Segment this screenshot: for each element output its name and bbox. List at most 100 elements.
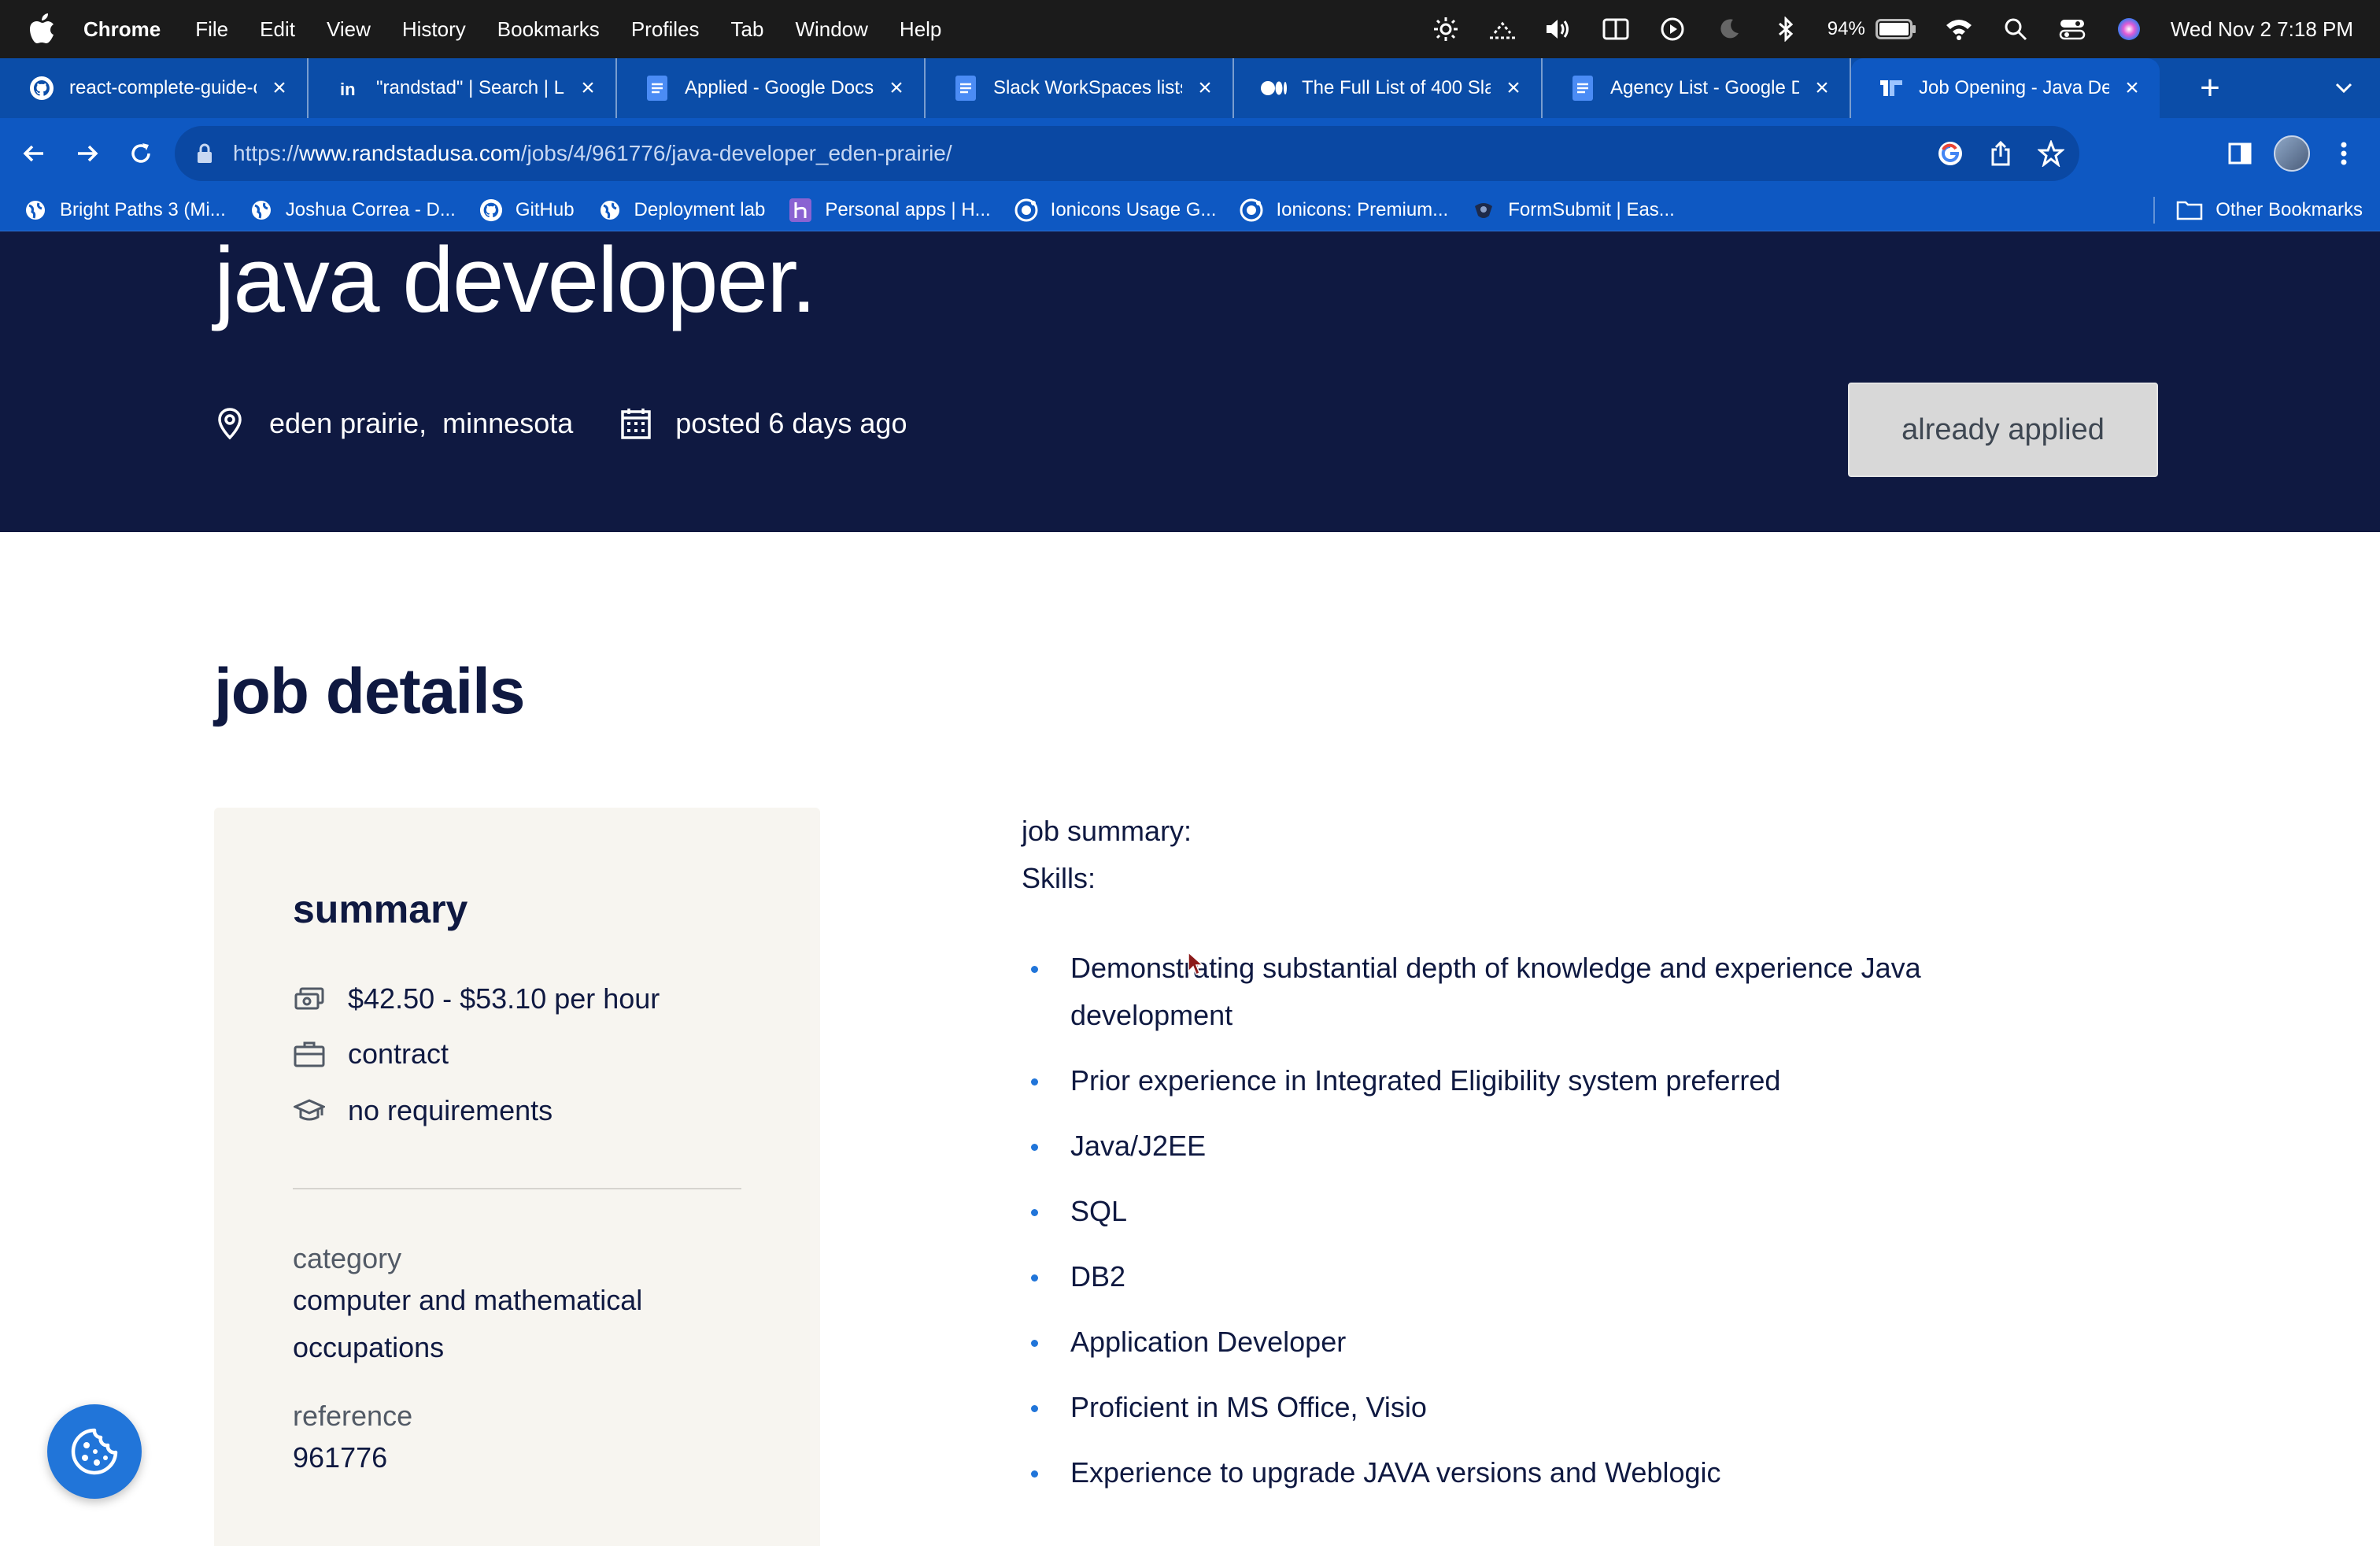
- page-title: java developer.: [214, 228, 817, 332]
- url-text[interactable]: https://www.randstadusa.com/jobs/4/96177…: [233, 141, 952, 166]
- cookie-settings-button[interactable]: [47, 1404, 142, 1499]
- menu-window[interactable]: Window: [795, 17, 867, 42]
- bookmark-item[interactable]: FormSubmit | Eas...: [1472, 198, 1675, 222]
- browser-toolbar: https://www.randstadusa.com/jobs/4/96177…: [0, 118, 2380, 189]
- macos-menu-bar: Chrome File Edit View History Bookmarks …: [0, 0, 2380, 58]
- formsubmit-icon: [1472, 198, 1495, 222]
- bookmark-item[interactable]: Ionicons: Premium...: [1240, 198, 1448, 222]
- back-arrow-icon[interactable]: [14, 134, 54, 173]
- money-icon: [293, 983, 326, 1015]
- apple-icon[interactable]: [28, 13, 60, 45]
- menubar-clock[interactable]: Wed Nov 2 7:18 PM: [2171, 17, 2353, 42]
- tab-linkedin-search[interactable]: in "randstad" | Search | Li ×: [309, 58, 617, 118]
- menu-file[interactable]: File: [195, 17, 228, 42]
- side-panel-icon[interactable]: [2221, 135, 2259, 172]
- play-icon[interactable]: [1658, 14, 1687, 44]
- tab-job-opening[interactable]: Job Opening - Java Dev ×: [1851, 58, 2160, 118]
- close-icon[interactable]: ×: [576, 75, 600, 101]
- menu-bookmarks[interactable]: Bookmarks: [497, 17, 600, 42]
- already-applied-button[interactable]: already applied: [1848, 383, 2158, 477]
- menu-history[interactable]: History: [402, 17, 466, 42]
- url-path: /jobs/4/961776/java-developer_eden-prair…: [520, 141, 952, 165]
- ionicons-icon: [1240, 198, 1263, 222]
- forward-arrow-icon[interactable]: [68, 134, 107, 173]
- summary-card: summary $42.50 - $53.10 per hour contrac…: [214, 808, 820, 1546]
- volume-icon[interactable]: [1544, 14, 1574, 44]
- skills-label: Skills:: [1022, 862, 1096, 894]
- list-item: Java/J2EE: [1022, 1123, 2045, 1170]
- kebab-menu-icon[interactable]: [2325, 135, 2363, 172]
- list-item: Application Developer: [1022, 1319, 2045, 1366]
- bookmark-item[interactable]: Joshua Correa - D...: [249, 198, 456, 222]
- tab-slack-list[interactable]: The Full List of 400 Sla ×: [1234, 58, 1543, 118]
- menu-help[interactable]: Help: [900, 17, 941, 42]
- close-icon[interactable]: ×: [268, 75, 291, 101]
- close-icon[interactable]: ×: [885, 75, 908, 101]
- education-row: no requirements: [293, 1094, 552, 1127]
- bookmark-label: Bright Paths 3 (Mi...: [60, 198, 226, 220]
- brightness-icon[interactable]: [1431, 14, 1461, 44]
- tab-title: Job Opening - Java Dev: [1919, 77, 2109, 98]
- tab-slack-workspaces[interactable]: Slack WorkSpaces lists ×: [926, 58, 1234, 118]
- linkedin-icon: in: [335, 75, 362, 102]
- bookmark-label: GitHub: [515, 198, 575, 220]
- screen-icon[interactable]: [1488, 14, 1517, 44]
- bookmark-item[interactable]: Ionicons Usage G...: [1014, 198, 1216, 222]
- job-type: contract: [348, 1037, 449, 1070]
- bookmark-item[interactable]: Bright Paths 3 (Mi...: [24, 198, 226, 222]
- tab-react-guide[interactable]: react-complete-guide-c ×: [0, 58, 309, 118]
- mirror-icon[interactable]: [1601, 14, 1631, 44]
- wifi-icon[interactable]: [1944, 14, 1974, 44]
- medium-icon: [1261, 75, 1288, 102]
- tab-applied-doc[interactable]: Applied - Google Docs ×: [617, 58, 926, 118]
- category-value: computer and mathematical occupations: [293, 1284, 643, 1363]
- folder-icon: [2176, 198, 2203, 222]
- graduation-cap-icon: [293, 1095, 326, 1126]
- bluetooth-icon[interactable]: [1771, 14, 1801, 44]
- bullet-icon: [1031, 1078, 1038, 1086]
- battery-icon[interactable]: [1875, 14, 1917, 44]
- bookmark-item[interactable]: Deployment lab: [598, 198, 765, 222]
- menu-view[interactable]: View: [327, 17, 371, 42]
- tab-title: Slack WorkSpaces lists: [993, 77, 1182, 98]
- close-icon[interactable]: ×: [1810, 75, 1834, 101]
- siri-icon[interactable]: [2114, 14, 2144, 44]
- bookmark-label: Joshua Correa - D...: [285, 198, 456, 220]
- search-icon[interactable]: [2001, 14, 2031, 44]
- calendar-icon: [620, 406, 652, 441]
- bullet-icon: [1031, 1144, 1038, 1151]
- bookmark-label: Ionicons: Premium...: [1276, 198, 1449, 220]
- profile-avatar-icon[interactable]: [2273, 135, 2311, 172]
- reload-icon[interactable]: [121, 134, 161, 173]
- close-icon[interactable]: ×: [1502, 75, 1525, 101]
- tab-agency-list[interactable]: Agency List - Google D ×: [1543, 58, 1851, 118]
- mouse-cursor-icon: [1188, 951, 1204, 976]
- close-icon[interactable]: ×: [1193, 75, 1217, 101]
- control-center-icon[interactable]: [2057, 14, 2087, 44]
- bookmark-label: Personal apps | H...: [825, 198, 991, 220]
- github-icon: [479, 198, 503, 222]
- summary-divider: [293, 1188, 741, 1189]
- bookmark-star-icon[interactable]: [2034, 136, 2068, 171]
- ionicons-icon: [1014, 198, 1038, 222]
- menu-profiles[interactable]: Profiles: [631, 17, 700, 42]
- new-tab-button[interactable]: +: [2186, 65, 2234, 112]
- toolbar-actions: [2207, 132, 2363, 175]
- lock-icon[interactable]: [194, 142, 216, 165]
- menu-app-name[interactable]: Chrome: [83, 17, 161, 42]
- globe-icon: [598, 198, 622, 222]
- other-bookmarks-folder[interactable]: Other Bookmarks: [2176, 189, 2363, 231]
- share-icon[interactable]: [1983, 136, 2018, 171]
- moon-icon[interactable]: [1714, 14, 1744, 44]
- list-item: Prior experience in Integrated Eligibili…: [1022, 1057, 2045, 1104]
- reference-label: reference: [293, 1400, 413, 1432]
- google-lens-icon[interactable]: [1933, 136, 1968, 171]
- menu-tab[interactable]: Tab: [731, 17, 764, 42]
- close-icon[interactable]: ×: [2120, 75, 2144, 101]
- address-bar[interactable]: https://www.randstadusa.com/jobs/4/96177…: [175, 126, 2079, 181]
- menu-edit[interactable]: Edit: [260, 17, 295, 42]
- bookmark-item[interactable]: GitHub: [479, 198, 575, 222]
- bookmark-item[interactable]: Personal apps | H...: [789, 198, 991, 222]
- cookie-icon: [71, 1428, 118, 1475]
- tab-search-chevron-icon[interactable]: [2328, 72, 2360, 104]
